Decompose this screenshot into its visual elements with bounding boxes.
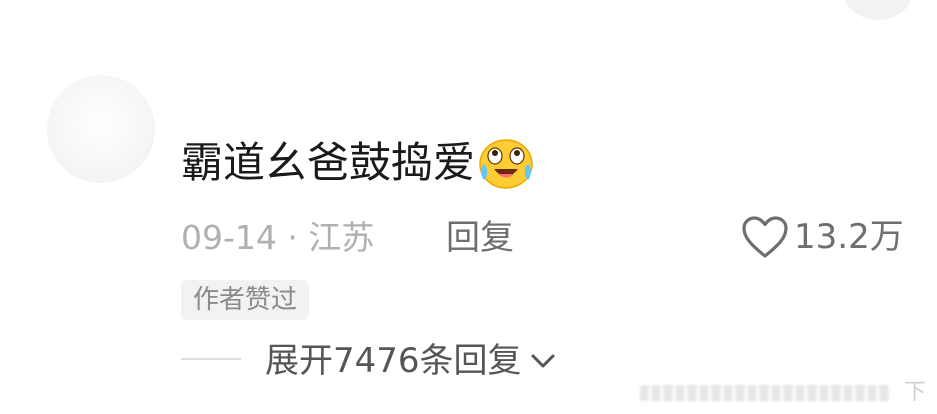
comment-location: 江苏: [308, 218, 375, 257]
crying-laughing-emoji-icon: [479, 139, 533, 189]
expand-divider: [181, 358, 241, 360]
watermark-blur: [640, 385, 890, 401]
avatar[interactable]: [47, 75, 155, 183]
like-count: 13.2万: [794, 217, 904, 257]
meta-separator: ·: [287, 218, 298, 257]
like-button[interactable]: 13.2万: [740, 212, 904, 262]
author-liked-badge: 作者赞过: [181, 280, 310, 320]
chevron-down-icon[interactable]: [530, 352, 556, 370]
heart-icon[interactable]: [740, 214, 790, 260]
expand-replies-label[interactable]: 展开7476条回复: [265, 338, 522, 384]
comment-card: 霸道幺爸鼓捣爱 09-14 · 江苏 回复 13.2万 作者赞过 展开7476条…: [0, 0, 937, 414]
comment-meta: 09-14 · 江苏: [181, 216, 374, 260]
expand-replies-button[interactable]: 展开7476条回复: [265, 338, 556, 384]
top-action-button[interactable]: [843, 0, 913, 20]
watermark-text: 下: [904, 380, 927, 405]
comment-text: 霸道幺爸鼓捣爱: [181, 138, 476, 187]
reply-button[interactable]: 回复: [446, 216, 514, 260]
comment-date: 09-14: [181, 218, 277, 257]
watermark: 下: [640, 378, 937, 408]
comment-text-row: 霸道幺爸鼓捣爱: [181, 136, 535, 190]
